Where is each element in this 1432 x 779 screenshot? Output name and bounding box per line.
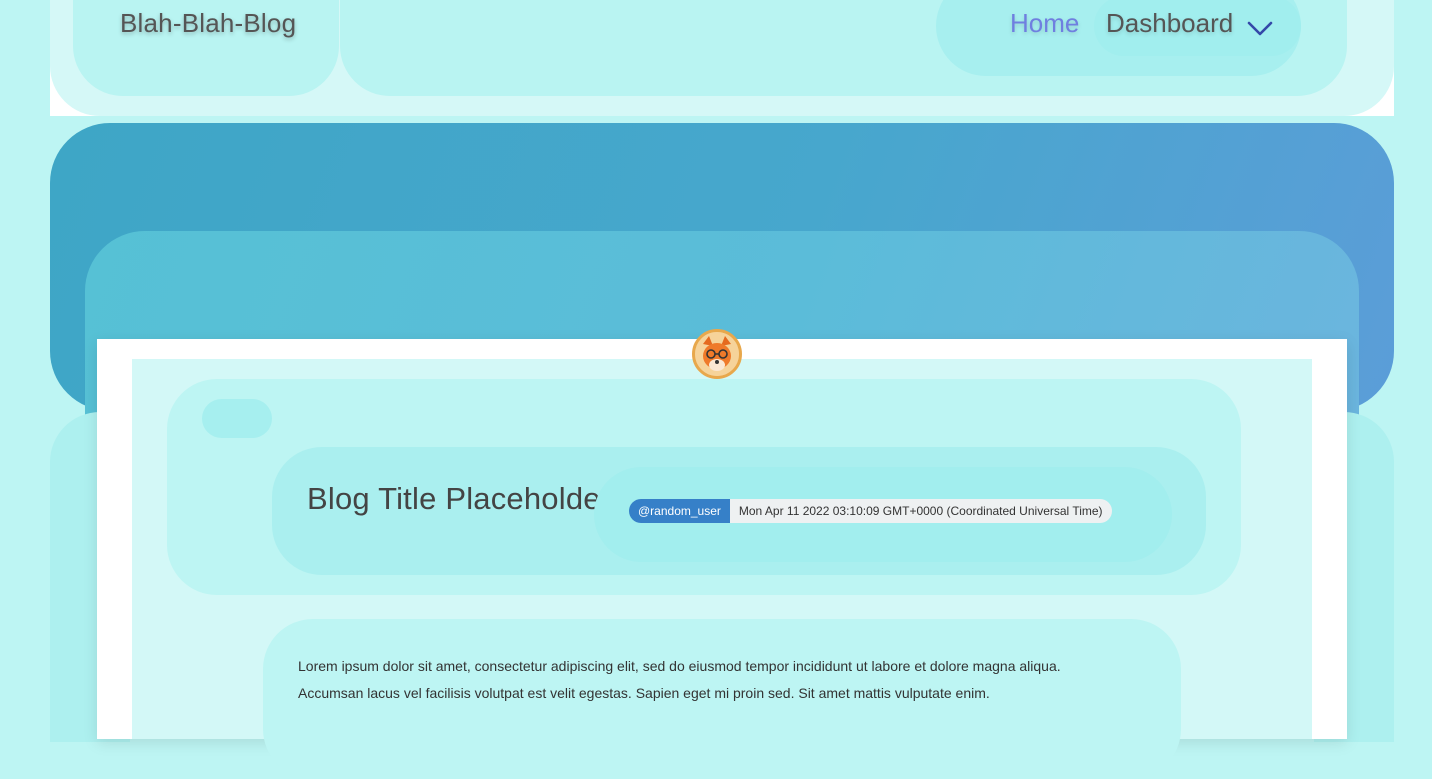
author-badge[interactable]: @random_user [629,499,730,523]
post-body-line: Lorem ipsum dolor sit amet, consectetur … [298,658,1061,674]
fox-avatar-icon [695,332,739,376]
post-meta: @random_user Mon Apr 11 2022 03:10:09 GM… [629,499,1112,523]
post-title-container: Blog Title Placeholder.. @random_user Mo… [272,447,1206,575]
date-badge: Mon Apr 11 2022 03:10:09 GMT+0000 (Coord… [729,499,1112,523]
nav-dashboard-label: Dashboard [1106,8,1234,38]
post-meta-container: @random_user Mon Apr 11 2022 03:10:09 GM… [594,467,1172,562]
post-title: Blog Title Placeholder.. [307,481,628,516]
navbar-panel: Blah-Blah-Blog Home Dashboard [50,0,1394,116]
nav-home-link[interactable]: Home [1010,8,1079,39]
post-card: Blog Title Placeholder.. @random_user Mo… [97,339,1347,779]
site-brand[interactable]: Blah-Blah-Blog [120,8,296,39]
post-card-inner: Blog Title Placeholder.. @random_user Mo… [132,359,1312,779]
author-avatar[interactable] [692,329,742,379]
navbar: Blah-Blah-Blog Home Dashboard [50,0,1394,116]
nav-dashboard-dropdown[interactable]: Dashboard [1094,0,1301,56]
chevron-down-icon [1247,21,1273,36]
post-body: Lorem ipsum dolor sit amet, consectetur … [298,653,1158,707]
post-tag-pill [202,399,272,438]
post-body-line: Accumsan lacus vel facilisis volutpat es… [298,685,990,701]
post-header: Blog Title Placeholder.. @random_user Mo… [167,379,1241,595]
post-body-container: Lorem ipsum dolor sit amet, consectetur … [263,619,1181,779]
